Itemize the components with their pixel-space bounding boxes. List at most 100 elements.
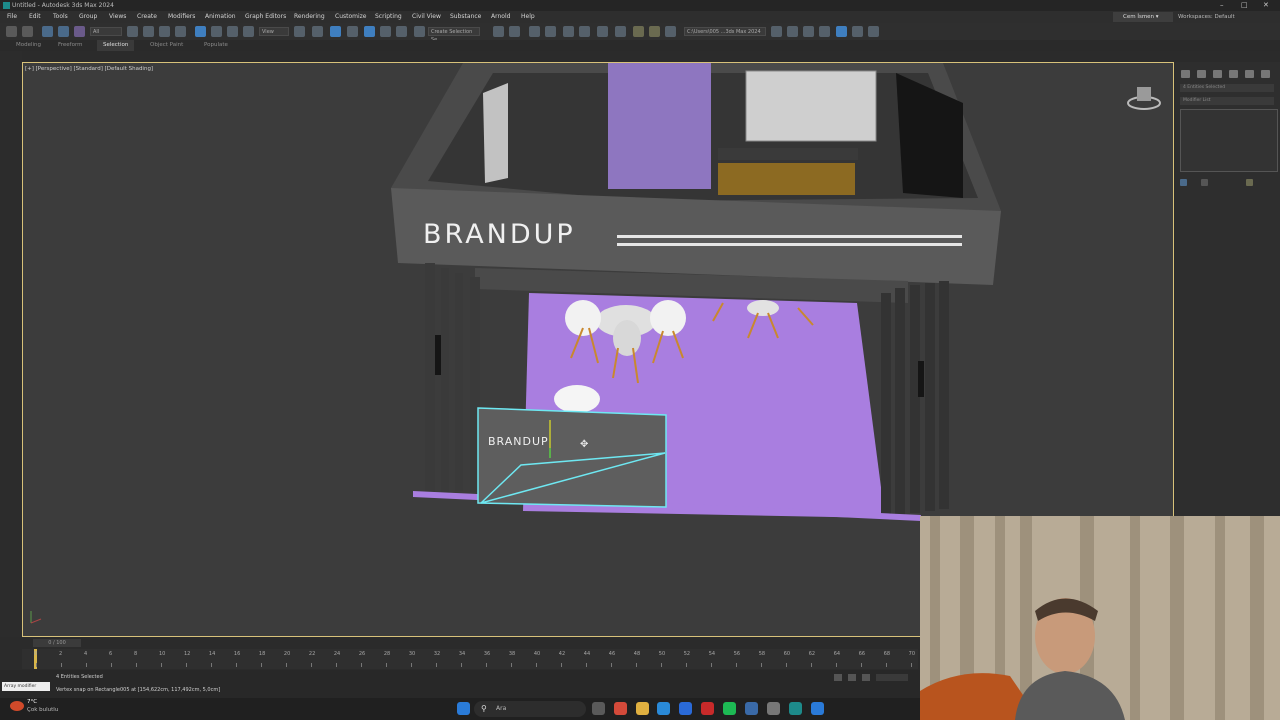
3dsmax-taskbar-icon[interactable]: [789, 702, 802, 715]
unlink-icon[interactable]: [58, 26, 69, 37]
task-view-icon[interactable]: [592, 702, 605, 715]
menu-views[interactable]: Views: [109, 11, 126, 23]
snaps-toggle-icon[interactable]: [347, 26, 358, 37]
weather-icon[interactable]: [10, 701, 24, 711]
chrome-icon[interactable]: [614, 702, 627, 715]
configure-modifier-sets-icon[interactable]: [1246, 179, 1253, 186]
select-move-icon[interactable]: [195, 26, 206, 37]
angle-snap-icon[interactable]: [364, 26, 375, 37]
mirror-icon[interactable]: [493, 26, 504, 37]
timeline-track[interactable]: 0 2 4 6 8 10 12 14 16 18 20 22 24 26 28 30 32 34 36 38 40 42 4…: [22, 649, 918, 669]
selection-lock-icon[interactable]: [834, 674, 842, 681]
menu-substance[interactable]: Substance: [450, 11, 481, 23]
menu-arnold[interactable]: Arnold: [491, 11, 510, 23]
tab-freeform[interactable]: Freeform: [58, 40, 83, 51]
tab-selection[interactable]: Selection: [97, 40, 135, 51]
menu-help[interactable]: Help: [521, 11, 535, 23]
mail-icon[interactable]: [679, 702, 692, 715]
x-coordinate-field[interactable]: [876, 674, 908, 681]
hierarchy-tab-icon[interactable]: [1213, 70, 1222, 78]
absolute-mode-icon[interactable]: [862, 674, 870, 681]
windows-start-icon[interactable]: [457, 702, 470, 715]
select-manipulate-icon[interactable]: [312, 26, 323, 37]
pin-stack-icon[interactable]: [1180, 179, 1187, 186]
menu-graph-editors[interactable]: Graph Editors: [245, 11, 286, 23]
viewcube-icon[interactable]: [1127, 85, 1161, 111]
menu-edit[interactable]: Edit: [29, 11, 41, 23]
taskbar-search[interactable]: ⚲ Ara: [474, 701, 586, 717]
isolate-selection-icon[interactable]: [848, 674, 856, 681]
layer-explorer-icon[interactable]: [529, 26, 540, 37]
minimize-icon[interactable]: –: [1220, 0, 1224, 11]
display-tab-icon[interactable]: [1245, 70, 1254, 78]
keyboard-shortcut-override-icon[interactable]: [330, 26, 341, 37]
vscode-icon[interactable]: [811, 702, 824, 715]
show-end-result-icon[interactable]: [1201, 179, 1208, 186]
utilities-tab-icon[interactable]: [1261, 70, 1270, 78]
menu-rendering[interactable]: Rendering: [294, 11, 325, 23]
menu-create[interactable]: Create: [137, 11, 157, 23]
bind-space-warp-icon[interactable]: [74, 26, 85, 37]
material-editor-icon[interactable]: [597, 26, 608, 37]
edit-named-selection-icon[interactable]: [414, 26, 425, 37]
modifier-stack[interactable]: [1180, 109, 1278, 172]
selection-name-field[interactable]: 4 Entities Selected: [1180, 84, 1274, 92]
render-setup-icon[interactable]: [615, 26, 626, 37]
link-icon[interactable]: [42, 26, 53, 37]
spinner-snap-icon[interactable]: [396, 26, 407, 37]
menu-group[interactable]: Group: [79, 11, 97, 23]
state-sets-icon[interactable]: [852, 26, 863, 37]
motion-tab-icon[interactable]: [1229, 70, 1238, 78]
create-tab-icon[interactable]: [1181, 70, 1190, 78]
file-explorer-icon[interactable]: [636, 702, 649, 715]
menu-customize[interactable]: Customize: [335, 11, 367, 23]
select-rotate-icon[interactable]: [211, 26, 222, 37]
edge-icon[interactable]: [657, 702, 670, 715]
tab-populate[interactable]: Populate: [204, 40, 228, 51]
opera-icon[interactable]: [701, 702, 714, 715]
menu-civil-view[interactable]: Civil View: [412, 11, 441, 23]
render-in-cloud-icon[interactable]: [665, 26, 676, 37]
select-scale-icon[interactable]: [227, 26, 238, 37]
rectangular-selection-icon[interactable]: [159, 26, 170, 37]
rendered-frame-window-icon[interactable]: [633, 26, 644, 37]
select-place-icon[interactable]: [243, 26, 254, 37]
close-icon[interactable]: ✕: [1263, 0, 1269, 11]
menu-tools[interactable]: Tools: [53, 11, 68, 23]
spotify-icon[interactable]: [723, 702, 736, 715]
percent-snap-icon[interactable]: [380, 26, 391, 37]
workspace-selector[interactable]: Workspaces: Default: [1178, 12, 1235, 22]
reference-coord-dropdown[interactable]: View: [259, 27, 289, 36]
selection-filter-dropdown[interactable]: All: [90, 27, 122, 36]
select-object-icon[interactable]: [127, 26, 138, 37]
maximize-icon[interactable]: □: [1241, 0, 1248, 11]
curve-editor-icon[interactable]: [563, 26, 574, 37]
modifier-list-dropdown[interactable]: Modifier List: [1180, 97, 1274, 105]
export-icon[interactable]: [819, 26, 830, 37]
menu-file[interactable]: File: [7, 11, 17, 23]
maxscript-listener[interactable]: Array modifier: [2, 682, 50, 691]
scene-explorer-icon[interactable]: [836, 26, 847, 37]
named-selection-set-dropdown[interactable]: Create Selection Se: [428, 27, 480, 43]
user-account-button[interactable]: Cem İsmen ▾: [1113, 12, 1173, 22]
align-icon[interactable]: [509, 26, 520, 37]
save-file-icon[interactable]: [787, 26, 798, 37]
arnold-render-icon[interactable]: [868, 26, 879, 37]
viewport-label[interactable]: [+] [Perspective] [Standard] [Default Sh…: [25, 66, 153, 72]
menu-modifiers[interactable]: Modifiers: [168, 11, 195, 23]
time-slider-handle[interactable]: 0 / 100: [33, 639, 81, 647]
steam-icon[interactable]: [745, 702, 758, 715]
menu-animation[interactable]: Animation: [205, 11, 236, 23]
open-file-icon[interactable]: [771, 26, 782, 37]
redo-icon[interactable]: [22, 26, 33, 37]
render-production-icon[interactable]: [649, 26, 660, 37]
menu-scripting[interactable]: Scripting: [375, 11, 402, 23]
schematic-view-icon[interactable]: [579, 26, 590, 37]
project-folder-dropdown[interactable]: C:\Users\005 ...3ds Max 2024: [684, 27, 766, 36]
modify-tab-icon[interactable]: [1197, 70, 1206, 78]
toggle-ribbon-icon[interactable]: [545, 26, 556, 37]
pivot-center-icon[interactable]: [294, 26, 305, 37]
obs-icon[interactable]: [767, 702, 780, 715]
undo-icon[interactable]: [6, 26, 17, 37]
tab-object-paint[interactable]: Object Paint: [150, 40, 183, 51]
